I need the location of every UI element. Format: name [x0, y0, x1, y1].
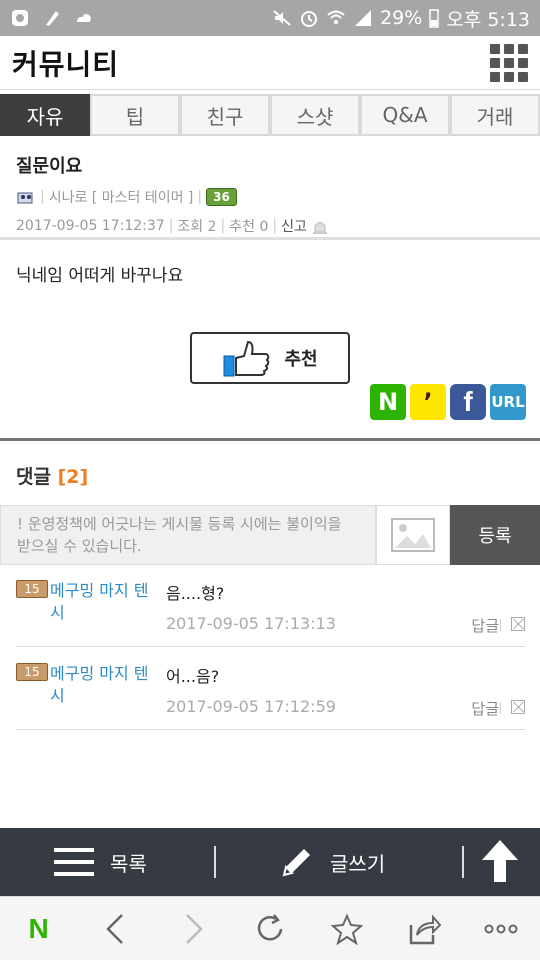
list-label: 목록	[110, 851, 147, 876]
chevron-right-icon	[185, 913, 203, 944]
post-title: 질문이요	[16, 156, 83, 177]
grid-menu-icon[interactable]	[490, 43, 528, 82]
delete-icon[interactable]	[511, 617, 525, 631]
comment-date: 2017-09-05 17:12:59	[166, 697, 336, 716]
more-icon	[484, 924, 518, 933]
share-kakao-button[interactable]: ’	[410, 384, 446, 420]
post-body: 닉네임 어떠게 바꾸나요 추천 N ’ f URL	[0, 243, 540, 441]
naver-icon: N	[28, 912, 49, 944]
report-link[interactable]: 신고	[281, 216, 307, 236]
cloud-notification-icon	[77, 13, 91, 22]
share-button[interactable]	[404, 909, 444, 949]
reply-link[interactable]: 답글	[471, 615, 499, 636]
share-icon	[410, 913, 442, 944]
register-button[interactable]: 등록	[450, 505, 540, 565]
post-content: 닉네임 어떠게 바꾸나요	[16, 266, 184, 286]
forward-button[interactable]	[173, 909, 213, 949]
comment-author[interactable]: 메구밍 마지 텐 시	[50, 580, 168, 624]
separator: |	[197, 189, 203, 205]
tab-trade[interactable]: 거래	[450, 94, 540, 136]
action-bar: 목록 글쓰기	[0, 828, 540, 896]
write-button[interactable]: 글쓰기	[280, 845, 385, 879]
app-notification-icon	[12, 10, 28, 26]
attach-image-button[interactable]	[376, 505, 450, 565]
siren-icon[interactable]	[311, 218, 329, 234]
comments-title: 댓글 [2]	[16, 466, 89, 488]
comment-item: 15 메구밍 마지 텐 시 음....형? 2017-09-05 17:13:1…	[16, 580, 525, 647]
separator: |	[40, 189, 45, 205]
list-button[interactable]: 목록	[54, 846, 147, 878]
delete-icon[interactable]	[511, 700, 525, 714]
tab-friend[interactable]: 친구	[180, 94, 270, 136]
author-name[interactable]: 시나로 [ 마스터 테이머 ]	[49, 187, 194, 207]
back-button[interactable]	[96, 909, 136, 949]
tab-screenshot[interactable]: 스샷	[270, 94, 360, 136]
comment-item: 15 메구밍 마지 텐 시 어...음? 2017-09-05 17:12:59…	[16, 663, 525, 730]
arrow-up-icon	[482, 840, 518, 882]
tab-qna[interactable]: Q&A	[360, 94, 450, 136]
tab-tip[interactable]: 팁	[90, 94, 180, 136]
pen-notification-icon	[46, 11, 59, 26]
star-icon	[331, 913, 364, 945]
author-line: | 시나로 [ 마스터 테이머 ] | 36	[16, 187, 524, 207]
comment-level-badge: 15	[16, 663, 48, 681]
comment-count: [2]	[57, 466, 89, 488]
pencil-icon	[282, 849, 310, 877]
refresh-icon	[257, 913, 283, 940]
more-button[interactable]	[481, 909, 521, 949]
comment-author[interactable]: 메구밍 마지 텐 시	[50, 663, 168, 707]
clock: 오후 5:13	[446, 8, 530, 31]
author-avatar	[17, 192, 33, 204]
page-title: 커뮤니티	[12, 47, 120, 81]
reply-link[interactable]: 답글	[471, 698, 499, 719]
recommend-button[interactable]: 추천	[190, 332, 350, 384]
post-header: 질문이요 | 시나로 [ 마스터 테이머 ] | 36 2017-09-05 1…	[0, 140, 540, 240]
battery-percent: 29%	[380, 7, 423, 29]
bookmark-button[interactable]	[327, 909, 367, 949]
naver-home-button[interactable]: N	[19, 909, 59, 949]
comment-level-badge: 15	[16, 580, 48, 598]
level-badge: 36	[206, 188, 237, 206]
comment-date: 2017-09-05 17:13:13	[166, 614, 336, 633]
meta-line: 2017-09-05 17:12:37 | 조회 2 | 추천 0 | 신고	[16, 216, 524, 236]
post-date: 2017-09-05 17:12:37	[16, 218, 165, 234]
view-count: 조회 2	[177, 219, 217, 235]
battery-icon	[429, 9, 440, 28]
wifi-icon	[327, 10, 345, 24]
browser-toolbar: N	[0, 896, 540, 960]
list-icon	[54, 848, 94, 876]
chevron-left-icon	[105, 913, 123, 944]
app-header: 커뮤니티	[0, 36, 540, 90]
mute-icon	[273, 10, 291, 26]
comment-input-row: ! 운영정책에 어긋나는 게시물 등록 시에는 불이익을 받으실 수 있습니다.…	[0, 505, 540, 565]
comment-text: 음....형?	[166, 584, 225, 603]
signal-icon	[355, 10, 372, 26]
refresh-button[interactable]	[250, 909, 290, 949]
share-url-button[interactable]: URL	[490, 384, 526, 420]
recommend-label: 추천	[284, 349, 318, 370]
thumbs-up-icon	[223, 340, 270, 377]
comment-input[interactable]: ! 운영정책에 어긋나는 게시물 등록 시에는 불이익을 받으실 수 있습니다.	[0, 505, 376, 565]
share-naver-button[interactable]: N	[370, 384, 406, 420]
alarm-icon	[301, 11, 318, 27]
share-buttons: N ’ f URL	[370, 384, 526, 420]
status-bar: 29% 오후 5:13	[0, 0, 540, 36]
tab-free[interactable]: 자유	[0, 94, 90, 136]
comment-text: 어...음?	[166, 667, 220, 686]
recommend-count: 추천 0	[229, 219, 269, 235]
write-label: 글쓰기	[330, 851, 386, 876]
share-facebook-button[interactable]: f	[450, 384, 486, 420]
category-tabs: 자유 팁 친구 스샷 Q&A 거래	[0, 94, 540, 136]
scroll-top-button[interactable]	[480, 838, 520, 888]
image-icon	[391, 518, 435, 552]
